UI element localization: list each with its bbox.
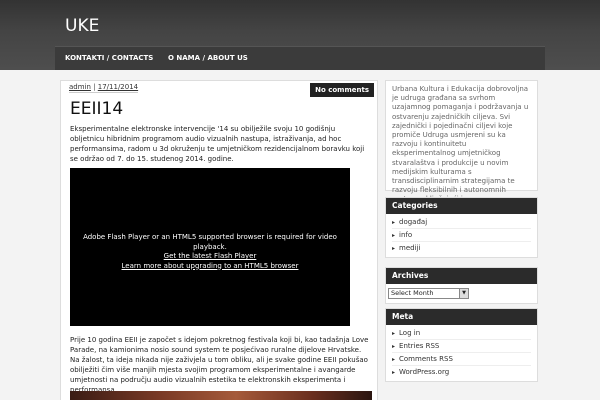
meta-separator: | bbox=[93, 83, 96, 91]
arrow-icon: ▸ bbox=[392, 330, 396, 337]
post-image bbox=[70, 391, 372, 400]
about-text: Urbana Kultura i Edukacija dobrovoljna j… bbox=[385, 80, 538, 222]
nav-item-contacts[interactable]: KONTAKTI / CONTACTS bbox=[65, 47, 153, 70]
flash-player-link[interactable]: Get the latest Flash Player bbox=[164, 252, 257, 260]
post-body: Prije 10 godina EEII je započet s idejom… bbox=[70, 336, 369, 394]
meta-widget: Meta ▸ Log in ▸ Entries RSS ▸ Comments RSS … bbox=[385, 308, 538, 382]
category-label: mediji bbox=[399, 244, 421, 252]
archives-select-value: Select Month bbox=[391, 289, 434, 297]
post-article: admin | 17/11/2014 No comments EEII14 Ek… bbox=[60, 80, 378, 400]
meta-label: Entries RSS bbox=[399, 342, 440, 350]
category-label: info bbox=[399, 231, 413, 239]
nav-item-about[interactable]: O NAMA / ABOUT US bbox=[168, 47, 248, 70]
post-title[interactable]: EEII14 bbox=[70, 99, 123, 119]
arrow-icon: ▸ bbox=[392, 369, 396, 376]
arrow-icon: ▸ bbox=[392, 343, 396, 350]
comments-button[interactable]: No comments bbox=[310, 83, 374, 97]
arrow-icon: ▸ bbox=[392, 356, 396, 363]
html5-upgrade-link[interactable]: Learn more about upgrading to an HTML5 b… bbox=[122, 262, 299, 270]
arrow-icon: ▸ bbox=[392, 245, 396, 252]
site-title[interactable]: UKE bbox=[65, 16, 99, 36]
arrow-icon: ▸ bbox=[392, 219, 396, 226]
meta-item-comments-rss[interactable]: ▸ Comments RSS bbox=[392, 353, 531, 366]
arrow-icon: ▸ bbox=[392, 232, 396, 239]
archives-select[interactable]: Select Month ▼ bbox=[388, 288, 469, 299]
meta-label: WordPress.org bbox=[399, 368, 450, 376]
category-item[interactable]: ▸ mediji bbox=[392, 242, 531, 255]
meta-title: Meta bbox=[386, 309, 537, 325]
meta-item-login[interactable]: ▸ Log in bbox=[392, 327, 531, 340]
video-message: Adobe Flash Player or an HTML5 supported… bbox=[83, 233, 337, 251]
site-header: UKE KONTAKTI / CONTACTS O NAMA / ABOUT U… bbox=[0, 0, 600, 70]
archives-title: Archives bbox=[386, 268, 537, 284]
meta-label: Comments RSS bbox=[399, 355, 453, 363]
meta-label: Log in bbox=[399, 329, 421, 337]
category-item[interactable]: ▸ događaj bbox=[392, 216, 531, 229]
meta-item-entries-rss[interactable]: ▸ Entries RSS bbox=[392, 340, 531, 353]
main-nav: KONTAKTI / CONTACTS O NAMA / ABOUT US bbox=[55, 46, 545, 70]
video-player[interactable]: Adobe Flash Player or an HTML5 supported… bbox=[70, 168, 350, 326]
post-author-link[interactable]: admin bbox=[69, 83, 91, 91]
video-fallback: Adobe Flash Player or an HTML5 supported… bbox=[70, 233, 350, 271]
categories-title: Categories bbox=[386, 198, 537, 214]
archives-widget: Archives Select Month ▼ bbox=[385, 267, 538, 304]
category-label: događaj bbox=[399, 218, 428, 226]
post-intro: Eksperimentalne elektronske intervencije… bbox=[70, 125, 365, 163]
post-date-link[interactable]: 17/11/2014 bbox=[98, 83, 138, 91]
categories-widget: Categories ▸ događaj ▸ info ▸ mediji bbox=[385, 197, 538, 258]
post-meta: admin | 17/11/2014 bbox=[69, 83, 139, 93]
meta-item-wordpress[interactable]: ▸ WordPress.org bbox=[392, 366, 531, 379]
category-item[interactable]: ▸ info bbox=[392, 229, 531, 242]
dropdown-arrow-icon[interactable]: ▼ bbox=[459, 289, 468, 298]
